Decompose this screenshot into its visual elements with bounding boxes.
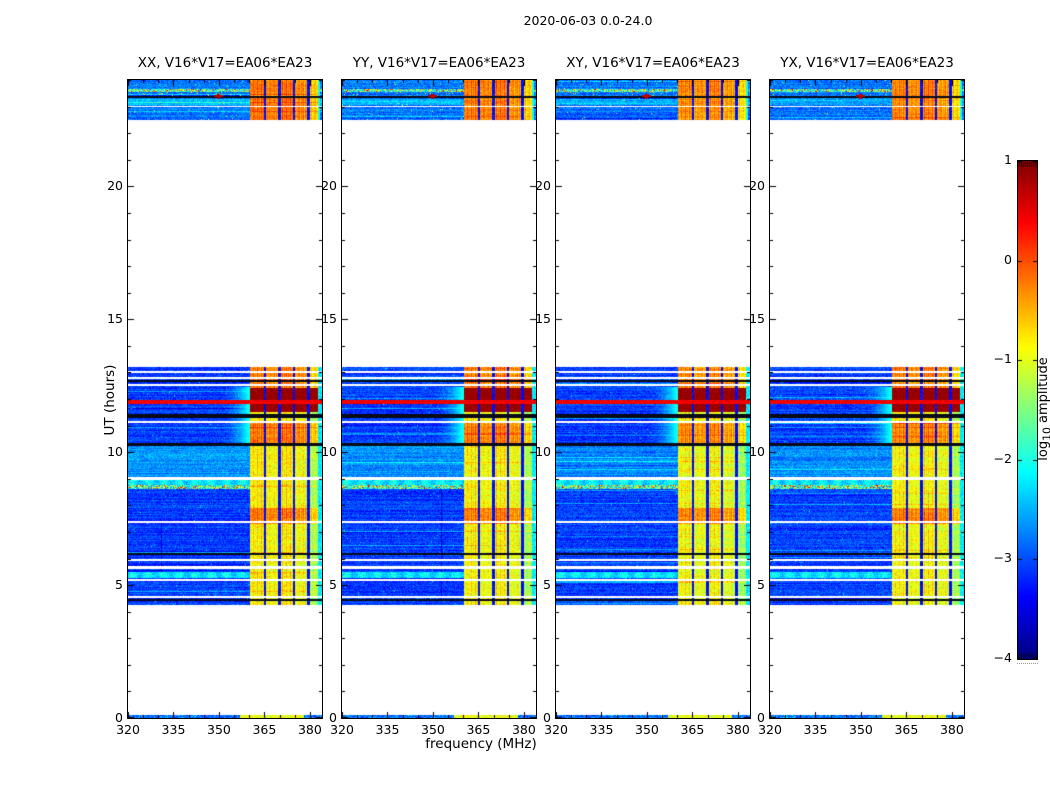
panel-title: XX, V16*V17=EA06*EA23 <box>137 55 313 71</box>
colorbar-label: log10 amplitude <box>1036 357 1050 460</box>
y-tick-label: 5 <box>115 577 123 592</box>
y-tick-label: 15 <box>107 311 123 326</box>
colorbar-label-sub: 10 <box>1040 427 1050 441</box>
x-tick-label: 365 <box>466 722 491 737</box>
y-tick-label: 10 <box>321 444 337 459</box>
colorbar-tick-label: 1 <box>1004 152 1012 167</box>
figure: 2020-06-03 0.0-24.0 XX, V16*V17=EA06*EA2… <box>0 0 1050 800</box>
spectrogram-panel <box>127 79 323 719</box>
colorbar <box>1017 160 1038 660</box>
colorbar-tick-label: −4 <box>993 650 1012 665</box>
x-tick-label: 320 <box>758 722 782 737</box>
x-tick-label: 320 <box>330 722 354 737</box>
colorbar-minor-dots <box>1017 663 1038 664</box>
y-tick-label: 10 <box>749 444 765 459</box>
y-tick-label: 5 <box>757 577 765 592</box>
colorbar-label-post: amplitude <box>1036 357 1050 428</box>
colorbar-gradient <box>1018 161 1037 659</box>
figure-title: 2020-06-03 0.0-24.0 <box>523 13 653 28</box>
x-tick-label: 350 <box>421 722 445 737</box>
x-tick-label: 335 <box>589 722 614 737</box>
x-tick-label: 320 <box>544 722 568 737</box>
x-tick-label: 335 <box>803 722 828 737</box>
y-tick-label: 10 <box>535 444 551 459</box>
x-tick-label: 335 <box>375 722 400 737</box>
y-tick-label: 5 <box>543 577 551 592</box>
x-tick-label: 350 <box>849 722 873 737</box>
colorbar-tick-label: −2 <box>993 451 1012 466</box>
panel-title: YY, V16*V17=EA06*EA23 <box>352 55 526 71</box>
x-tick-label: 350 <box>635 722 659 737</box>
x-tick-label: 335 <box>161 722 186 737</box>
spectrogram-panel <box>555 79 751 719</box>
y-tick-label: 20 <box>535 178 551 193</box>
y-tick-label: 20 <box>749 178 765 193</box>
spectrogram-panel <box>769 79 965 719</box>
x-tick-label: 320 <box>116 722 140 737</box>
panel-title: XY, V16*V17=EA06*EA23 <box>566 55 740 71</box>
y-tick-label: 20 <box>107 178 123 193</box>
y-tick-label: 15 <box>749 311 765 326</box>
y-tick-label: 10 <box>107 444 123 459</box>
y-tick-label: 5 <box>329 577 337 592</box>
y-tick-label: 15 <box>535 311 551 326</box>
spectrogram-panel <box>341 79 537 719</box>
y-axis-label: UT (hours) <box>102 364 118 436</box>
y-tick-label: 15 <box>321 311 337 326</box>
x-axis-label: frequency (MHz) <box>425 736 537 752</box>
x-tick-label: 365 <box>680 722 705 737</box>
x-tick-label: 380 <box>939 722 964 737</box>
x-tick-label: 350 <box>207 722 231 737</box>
colorbar-tick-label: 0 <box>1004 252 1012 267</box>
x-tick-label: 365 <box>894 722 919 737</box>
y-tick-label: 20 <box>321 178 337 193</box>
panel-title: YX, V16*V17=EA06*EA23 <box>780 55 954 71</box>
colorbar-label-pre: log <box>1036 440 1050 461</box>
colorbar-tick-label: −1 <box>993 351 1012 366</box>
x-tick-label: 365 <box>252 722 277 737</box>
colorbar-tick-label: −3 <box>993 550 1012 565</box>
